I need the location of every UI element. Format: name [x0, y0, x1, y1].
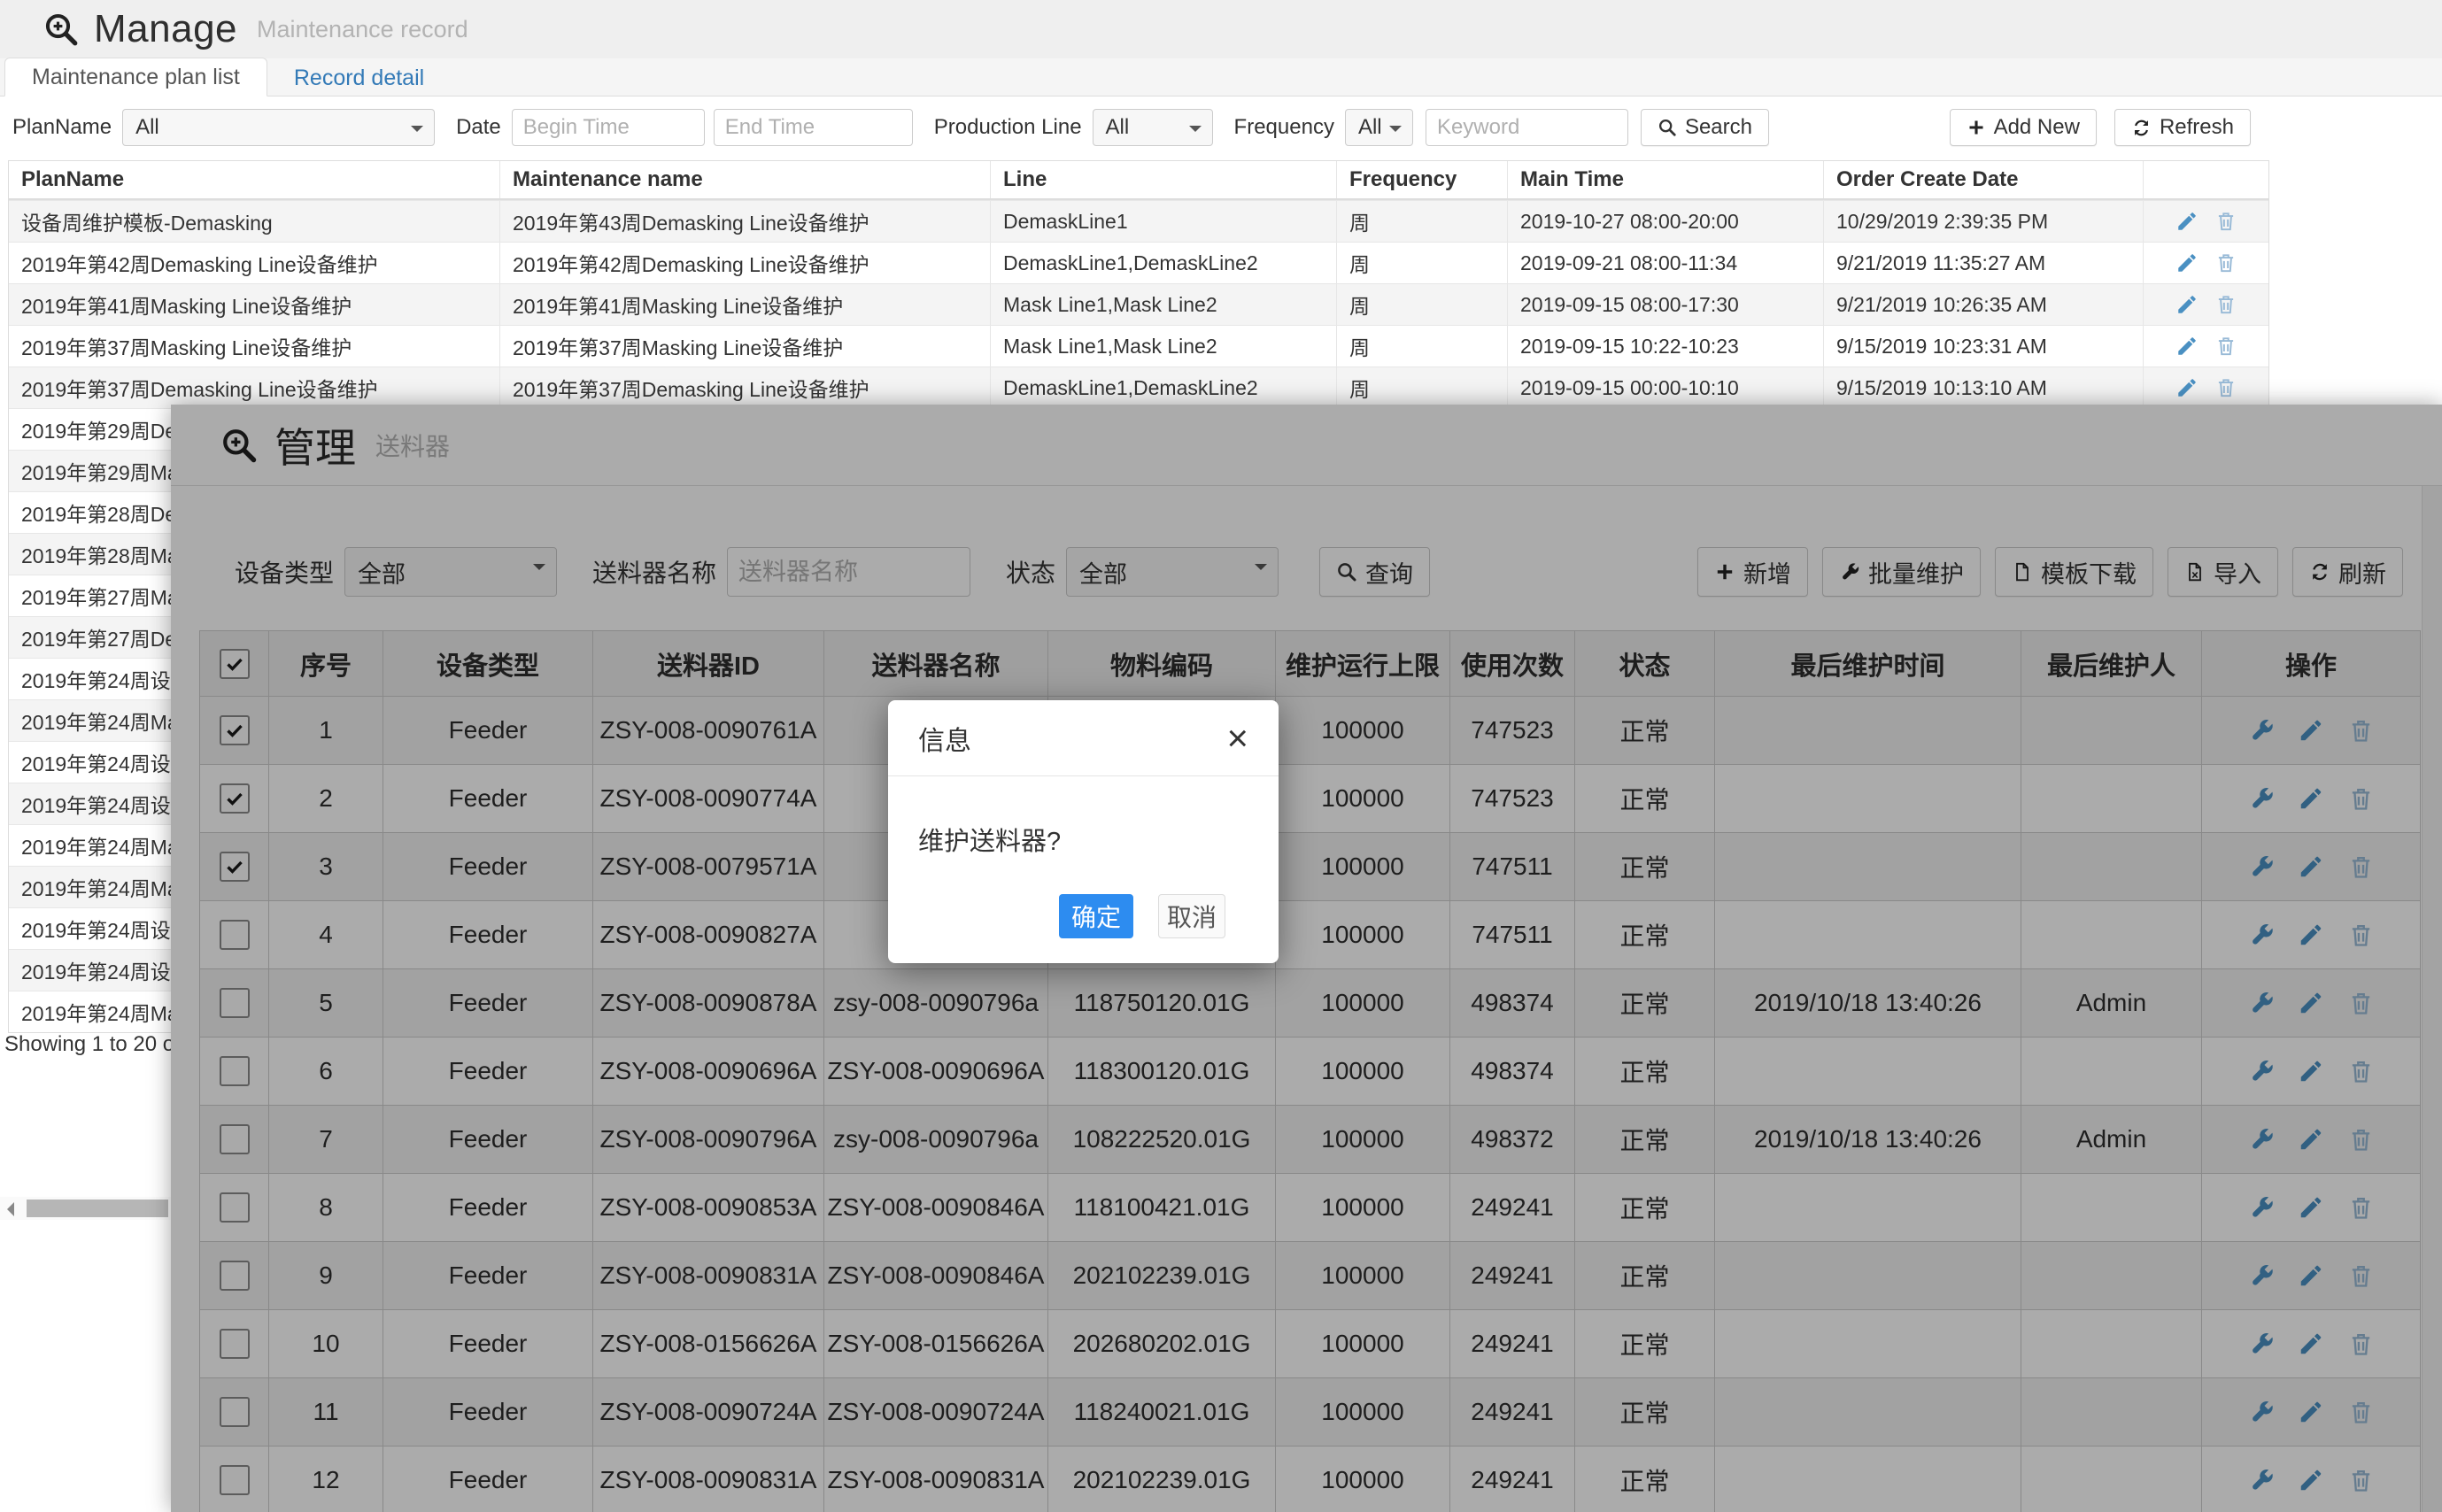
filter-bar: PlanName All Date Production Line All Fr… [12, 97, 2251, 158]
keyword-input[interactable] [1426, 109, 1628, 146]
pencil-icon[interactable] [2175, 335, 2199, 358]
page-header: Manage Maintenance record [0, 0, 2442, 58]
cell: 2019-10-27 08:00-20:00 [1507, 201, 1823, 242]
cell: 2019年第37周Masking Line设备维护 [9, 326, 499, 366]
cell: 周 [1336, 201, 1507, 242]
cell: 周 [1336, 284, 1507, 325]
cell: 9/15/2019 10:13:10 AM [1823, 367, 2143, 408]
page-subtitle: Maintenance record [257, 16, 468, 43]
table-row: 2019年第37周Masking Line设备维护2019年第37周Maskin… [9, 325, 2268, 366]
pencil-icon[interactable] [2175, 210, 2199, 233]
feeder-manage-window: 管理 送料器 设备类型 全部 送料器名称 状态 全部 查询 [171, 405, 2442, 1512]
column-header: Main Time [1507, 161, 1823, 198]
cell: 周 [1336, 243, 1507, 283]
dialog-title: 信息 [918, 719, 971, 758]
scroll-left-arrow-icon[interactable] [7, 1202, 14, 1216]
planname-select[interactable]: All [122, 109, 435, 146]
cell: DemaskLine1,DemaskLine2 [990, 243, 1336, 283]
cell: 2019-09-15 08:00-17:30 [1507, 284, 1823, 325]
cell: 2019年第41周Masking Line设备维护 [499, 284, 990, 325]
cell: 2019-09-21 08:00-11:34 [1507, 243, 1823, 283]
cell: Mask Line1,Mask Line2 [990, 284, 1336, 325]
trash-icon[interactable] [2214, 335, 2237, 358]
zoom-in-icon [43, 11, 80, 48]
trash-icon[interactable] [2214, 251, 2237, 274]
cell: 2019年第42周Demasking Line设备维护 [9, 243, 499, 283]
cell: 设备周维护模板-Demasking [9, 201, 499, 242]
column-header: Frequency [1336, 161, 1507, 198]
refresh-icon [2131, 118, 2152, 138]
cell: 2019年第37周Demasking Line设备维护 [499, 367, 990, 408]
cell: 9/21/2019 10:26:35 AM [1823, 284, 2143, 325]
trash-icon[interactable] [2214, 210, 2237, 233]
plus-icon [1967, 118, 1986, 137]
frequency-select[interactable]: All [1345, 109, 1413, 146]
cell: Mask Line1,Mask Line2 [990, 326, 1336, 366]
row-actions [2143, 326, 2268, 366]
column-header: Order Create Date [1823, 161, 2143, 198]
column-header: PlanName [9, 161, 499, 198]
table-row: 2019年第37周Demasking Line设备维护2019年第37周Dema… [9, 366, 2268, 408]
search-icon [1658, 118, 1677, 137]
cell: 周 [1336, 367, 1507, 408]
planname-label: PlanName [12, 115, 112, 140]
dialog-message: 维护送料器? [888, 776, 1279, 858]
cell: DemaskLine1,DemaskLine2 [990, 367, 1336, 408]
tab-maintenance-plan-list[interactable]: Maintenance plan list [4, 58, 267, 96]
confirm-button[interactable]: 确定 [1059, 894, 1133, 938]
search-button[interactable]: Search [1641, 109, 1769, 146]
end-time-input[interactable] [714, 109, 913, 146]
cancel-button[interactable]: 取消 [1158, 894, 1225, 938]
table-row: 2019年第41周Masking Line设备维护2019年第41周Maskin… [9, 283, 2268, 325]
cell: 9/15/2019 10:23:31 AM [1823, 326, 2143, 366]
screen: Manage Maintenance record Maintenance pl… [0, 0, 2442, 1512]
refresh-button[interactable]: Refresh [2114, 109, 2251, 146]
cell: 2019年第37周Demasking Line设备维护 [9, 367, 499, 408]
scrollbar-thumb[interactable] [27, 1200, 168, 1217]
pencil-icon[interactable] [2175, 293, 2199, 316]
trash-icon[interactable] [2214, 376, 2237, 399]
cell: 10/29/2019 2:39:35 PM [1823, 201, 2143, 242]
column-header: Line [990, 161, 1336, 198]
column-header: Maintenance name [499, 161, 990, 198]
dialog-footer: 确定 取消 [1059, 894, 1225, 938]
row-actions [2143, 367, 2268, 408]
cell: 周 [1336, 326, 1507, 366]
pencil-icon[interactable] [2175, 251, 2199, 274]
trash-icon[interactable] [2214, 293, 2237, 316]
begin-time-input[interactable] [512, 109, 705, 146]
add-new-button[interactable]: Add New [1950, 109, 2097, 146]
production-line-select[interactable]: All [1093, 109, 1213, 146]
frequency-label: Frequency [1234, 115, 1334, 140]
row-actions [2143, 284, 2268, 325]
cell: 2019年第43周Demasking Line设备维护 [499, 201, 990, 242]
tab-record-detail[interactable]: Record detail [267, 59, 451, 96]
cell: 2019-09-15 00:00-10:10 [1507, 367, 1823, 408]
cell: 2019年第37周Masking Line设备维护 [499, 326, 990, 366]
page-title: Manage [94, 7, 237, 51]
modal-backdrop [171, 405, 2442, 1512]
info-dialog: 信息 × 维护送料器? 确定 取消 [888, 700, 1279, 963]
table-row: 2019年第42周Demasking Line设备维护2019年第42周Dema… [9, 242, 2268, 283]
table-header-row: PlanNameMaintenance nameLineFrequencyMai… [9, 161, 2268, 200]
cell: 9/21/2019 11:35:27 AM [1823, 243, 2143, 283]
cell: 2019年第41周Masking Line设备维护 [9, 284, 499, 325]
tab-bar: Maintenance plan list Record detail [0, 58, 2442, 96]
table-row: 设备周维护模板-Demasking2019年第43周Demasking Line… [9, 200, 2268, 242]
cell: 2019年第42周Demasking Line设备维护 [499, 243, 990, 283]
row-actions [2143, 243, 2268, 283]
production-line-label: Production Line [934, 115, 1082, 140]
close-icon[interactable]: × [1226, 720, 1248, 757]
column-header-actions [2143, 161, 2268, 198]
row-actions [2143, 201, 2268, 242]
dialog-header: 信息 × [888, 700, 1279, 776]
cell: DemaskLine1 [990, 201, 1336, 242]
cell: 2019-09-15 10:22-10:23 [1507, 326, 1823, 366]
pencil-icon[interactable] [2175, 376, 2199, 399]
date-label: Date [456, 115, 501, 140]
